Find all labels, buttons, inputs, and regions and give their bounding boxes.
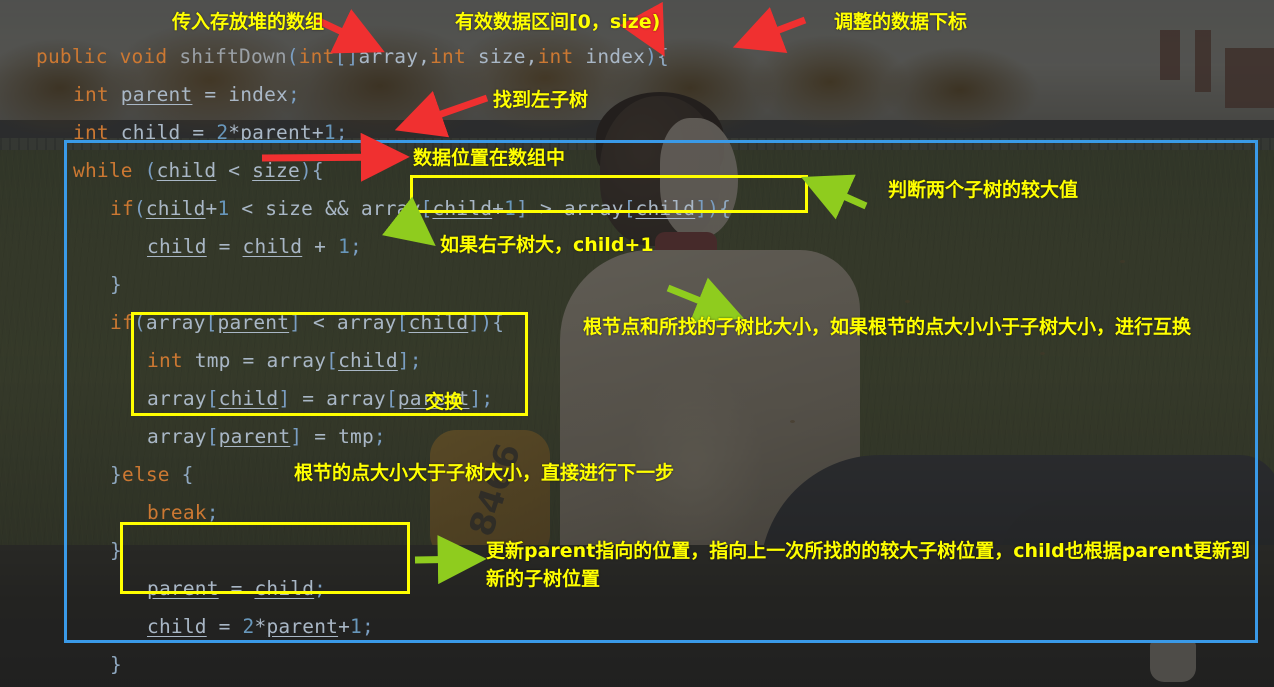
arrow-to-compare-line: [666, 277, 745, 324]
annotation-compare-children: 判断两个子树的较大值: [888, 179, 1079, 201]
annotation-right-child-bigger: 如果右子树大，child+1: [440, 234, 654, 256]
annotation-overlay: 传入存放堆的数组 有效数据区间[0，size) 调整的数据下标 找到左子树 数据…: [0, 0, 1274, 687]
annotation-swap-explanation: 根节点和所找的子树比大小，如果根节的点大小小于子树大小，进行互换: [583, 316, 1192, 338]
annotation-size-param: 有效数据区间[0，size): [455, 11, 661, 33]
annotation-break-explanation: 根节的点大小大于子树大小，直接进行下一步: [294, 462, 675, 484]
arrow-to-child-init: [394, 90, 489, 138]
arrow-to-array-param: [315, 9, 385, 54]
arrow-to-while-line: [261, 132, 410, 182]
screenshot-root: 8466 public void shiftDown(int[]array,in…: [0, 0, 1274, 687]
arrow-to-update-block: [414, 535, 487, 585]
annotation-array-param: 传入存放堆的数组: [172, 11, 325, 33]
arrow-to-condition: [801, 174, 868, 220]
arrow-to-child-plus1: [382, 196, 436, 247]
annotation-update-parent-line2: 新的子树位置: [486, 568, 601, 590]
annotation-left-child: 找到左子树: [493, 89, 589, 111]
annotation-update-parent-line1: 更新parent指向的位置，指向上一次所找的的较大子树位置，child也根据pa…: [486, 540, 1250, 562]
annotation-index-param: 调整的数据下标: [834, 11, 968, 33]
arrow-to-index-param: [732, 7, 807, 53]
annotation-swap-label: 交换: [425, 391, 464, 413]
annotation-data-position: 数据位置在数组中: [413, 147, 566, 169]
arrow-layer: [261, 1, 868, 585]
